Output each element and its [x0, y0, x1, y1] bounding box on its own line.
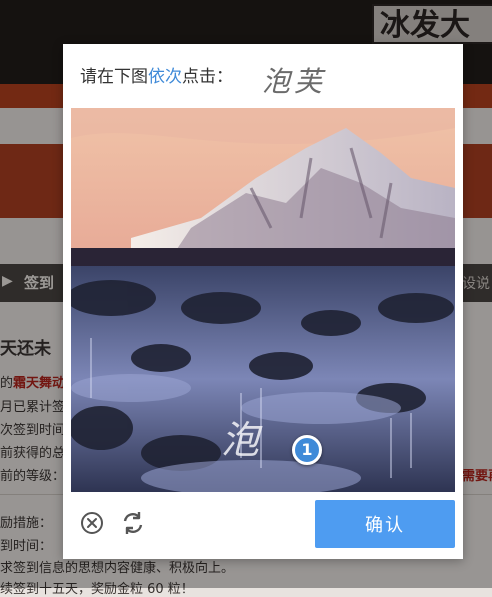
captcha-image[interactable]: 泡 — [71, 108, 455, 492]
captcha-instruction: 请在下图依次点击： — [80, 67, 233, 87]
mountain-lake-image: 泡 — [71, 108, 455, 492]
captcha-hidden-char: 泡 — [221, 418, 263, 462]
captcha-target-chars: 泡芙 — [262, 65, 327, 98]
refresh-icon[interactable] — [120, 510, 146, 536]
captcha-dialog: 请在下图依次点击： 泡芙 泡 1 确认 — [63, 44, 463, 559]
click-marker[interactable]: 1 — [292, 435, 322, 465]
close-icon[interactable] — [80, 511, 104, 535]
confirm-button[interactable]: 确认 — [315, 500, 455, 548]
